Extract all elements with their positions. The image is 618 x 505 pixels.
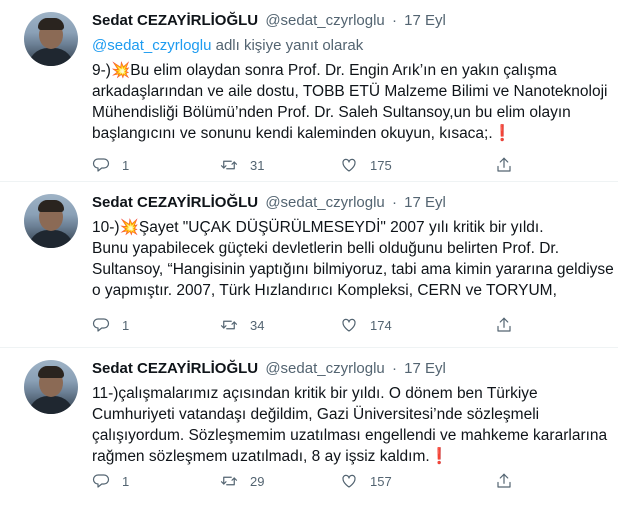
reply-context: @sedat_czyrloglu adlı kişiye yanıt olara… xyxy=(92,36,598,56)
share-button[interactable] xyxy=(495,315,513,335)
reply-count: 1 xyxy=(122,473,130,489)
author-name[interactable]: Sedat CEZAYİRLİOĞLU xyxy=(92,360,258,377)
tweet-date[interactable]: 17 Eyl xyxy=(404,194,446,211)
tweet-header: Sedat CEZAYİRLİOĞLU @sedat_czyrloglu · 1… xyxy=(92,359,598,379)
reply-icon xyxy=(92,318,110,332)
separator: · xyxy=(391,12,397,29)
tweet-text-line: rağmen sözleşmem uzatılmadı, 8 ay işsiz … xyxy=(92,448,449,465)
reply-context-text: adlı kişiye yanıt olarak xyxy=(211,37,364,54)
tweet-text: 11-)çalışmalarımız açısından kritik bir … xyxy=(92,383,608,467)
tweet-text-line: başlangıcını ve sonunu kendi kaleminden … xyxy=(92,125,512,142)
heart-icon xyxy=(342,318,356,332)
retweet-count: 29 xyxy=(250,473,265,489)
author-handle[interactable]: @sedat_czyrloglu xyxy=(265,360,384,377)
tweet-header: Sedat CEZAYİRLİOĞLU @sedat_czyrloglu · 1… xyxy=(92,193,598,213)
like-count: 175 xyxy=(370,157,392,173)
tweet-text-line: 10-)💥Şayet "UÇAK DÜŞÜRÜLMESEYDİ" 2007 yı… xyxy=(92,219,544,236)
avatar[interactable] xyxy=(24,194,78,248)
reply-count: 1 xyxy=(122,317,130,333)
tweet-text-line: Cumhuriyeti vatandaşı değildim, Gazi Üni… xyxy=(92,406,540,423)
avatar[interactable] xyxy=(24,360,78,414)
tweet[interactable]: Sedat CEZAYİRLİOĞLU @sedat_czyrloglu · 1… xyxy=(0,0,618,182)
tweet-header: Sedat CEZAYİRLİOĞLU @sedat_czyrloglu · 1… xyxy=(92,11,598,31)
separator: · xyxy=(391,194,397,211)
tweet-text-line: Mühendisliği Bölümü’nden Prof. Dr. Saleh… xyxy=(92,104,571,121)
tweet-date[interactable]: 17 Eyl xyxy=(404,360,446,377)
tweet-text-line: çalışıyordum. Sözleşmemim uzatılması eng… xyxy=(92,427,608,444)
like-count: 174 xyxy=(370,317,392,333)
tweet-text-line: Bunu yapabilecek güçteki devletlerin bel… xyxy=(92,240,560,257)
retweet-icon xyxy=(220,320,238,330)
tweet-text-line: 9-)💥Bu elim olaydan sonra Prof. Dr. Engi… xyxy=(92,62,557,79)
tweet-text: 9-)💥Bu elim olaydan sonra Prof. Dr. Engi… xyxy=(92,60,608,144)
author-handle[interactable]: @sedat_czyrloglu xyxy=(265,12,384,29)
tweet-text: 10-)💥Şayet "UÇAK DÜŞÜRÜLMESEYDİ" 2007 yı… xyxy=(92,217,614,301)
retweet-icon xyxy=(220,160,238,170)
like-button[interactable]: 175 xyxy=(340,155,392,175)
reply-button[interactable]: 1 xyxy=(92,315,129,335)
reply-count: 1 xyxy=(122,157,130,173)
share-button[interactable] xyxy=(495,471,513,491)
like-button[interactable]: 174 xyxy=(340,315,392,335)
tweet-text-line: o yapmıştır. 2007, Türk Hızlandırıcı Kom… xyxy=(92,282,557,299)
like-button[interactable]: 157 xyxy=(340,471,392,491)
tweet-text-line: 11-)çalışmalarımız açısından kritik bir … xyxy=(92,385,538,402)
tweet-actions: 1 31 175 xyxy=(92,155,532,175)
share-icon xyxy=(497,473,511,488)
tweet-text-line: arkadaşlarından ve aile dostu, TOBB ETÜ … xyxy=(92,83,608,100)
author-handle[interactable]: @sedat_czyrloglu xyxy=(265,194,384,211)
share-icon xyxy=(497,317,511,332)
author-name[interactable]: Sedat CEZAYİRLİOĞLU xyxy=(92,194,258,211)
retweet-icon xyxy=(220,476,238,486)
tweet-text-line: Sultansoy, “Hangisinin yaptığını bilmiyo… xyxy=(92,261,614,278)
retweet-button[interactable]: 29 xyxy=(220,471,264,491)
tweet-date[interactable]: 17 Eyl xyxy=(404,12,446,29)
reply-button[interactable]: 1 xyxy=(92,155,129,175)
like-count: 157 xyxy=(370,473,392,489)
share-icon xyxy=(497,157,511,172)
tweet-actions: 1 29 157 xyxy=(92,471,532,491)
tweet-actions: 1 34 174 xyxy=(92,315,532,335)
author-name[interactable]: Sedat CEZAYİRLİOĞLU xyxy=(92,12,258,29)
retweet-button[interactable]: 34 xyxy=(220,315,264,335)
retweet-count: 34 xyxy=(250,317,265,333)
retweet-count: 31 xyxy=(250,157,265,173)
heart-icon xyxy=(342,474,356,488)
share-button[interactable] xyxy=(495,155,513,175)
reply-icon xyxy=(92,474,110,488)
retweet-button[interactable]: 31 xyxy=(220,155,264,175)
tweet[interactable]: Sedat CEZAYİRLİOĞLU @sedat_czyrloglu · 1… xyxy=(0,182,618,348)
reply-mention-link[interactable]: @sedat_czyrloglu xyxy=(92,37,211,54)
separator: · xyxy=(391,360,397,377)
reply-icon xyxy=(92,158,110,172)
avatar[interactable] xyxy=(24,12,78,66)
reply-button[interactable]: 1 xyxy=(92,471,129,491)
heart-icon xyxy=(342,158,356,172)
tweet[interactable]: Sedat CEZAYİRLİOĞLU @sedat_czyrloglu · 1… xyxy=(0,348,618,505)
